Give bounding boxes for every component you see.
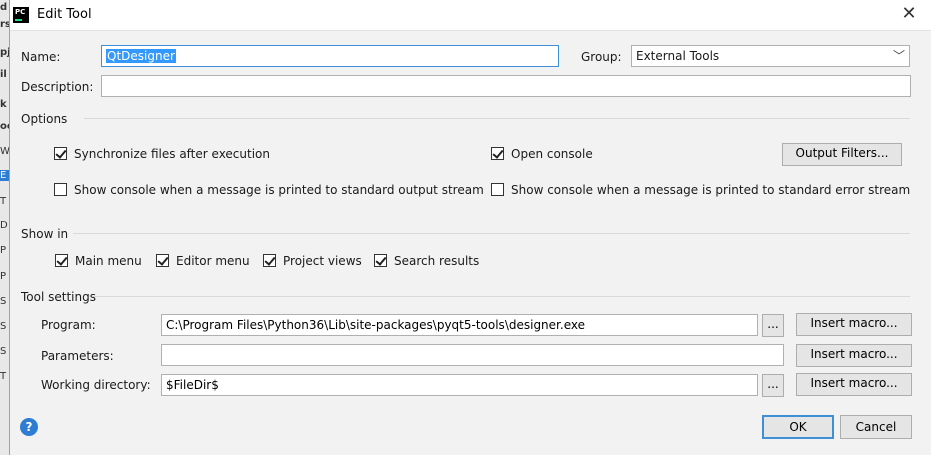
show-in-separator (73, 233, 910, 234)
search-results-label: Search results (394, 254, 480, 268)
window-title: Edit Tool (37, 7, 92, 22)
background-text: k (0, 99, 7, 110)
background-text: S (0, 321, 7, 332)
program-label: Program: (41, 318, 96, 332)
output-filters-button[interactable]: Output Filters... (782, 143, 902, 166)
show-in-header: Show in (21, 227, 69, 241)
group-value: External Tools (636, 49, 720, 63)
title-bar: PC Edit Tool ✕ (10, 0, 931, 31)
background-text: P (0, 271, 7, 282)
edit-tool-dialog: PC Edit Tool ✕ Name: QtDesigner Group: E… (9, 0, 931, 455)
sync-files-checkbox[interactable]: Synchronize files after execution (54, 147, 270, 161)
name-input-value: QtDesigner (106, 49, 176, 63)
name-label: Name: (21, 50, 61, 64)
cancel-button[interactable]: Cancel (840, 415, 912, 439)
background-text: S (0, 346, 7, 357)
sync-files-label: Synchronize files after execution (74, 147, 270, 161)
program-input[interactable]: C:\Program Files\Python36\Lib\site-packa… (161, 314, 758, 336)
background-text: d (0, 2, 8, 13)
chevron-down-icon: ﹀ (892, 49, 905, 63)
main-menu-checkbox[interactable]: Main menu (55, 254, 142, 268)
close-icon[interactable]: ✕ (900, 3, 918, 25)
show-console-stdout-checkbox[interactable]: Show console when a message is printed t… (54, 183, 484, 197)
tool-settings-header: Tool settings (21, 290, 96, 304)
pycharm-icon: PC (13, 7, 29, 23)
parameters-input[interactable] (161, 344, 784, 366)
editor-menu-label: Editor menu (176, 254, 250, 268)
project-views-checkbox[interactable]: Project views (263, 254, 362, 268)
checkbox-unchecked-icon (491, 183, 504, 196)
program-browse-button[interactable]: ... (762, 314, 784, 337)
working-directory-insert-macro-button[interactable]: Insert macro... (796, 373, 912, 396)
options-separator (84, 118, 910, 119)
open-console-label: Open console (511, 147, 593, 161)
background-text: T (0, 196, 7, 207)
options-header: Options (21, 112, 68, 126)
editor-menu-checkbox[interactable]: Editor menu (156, 254, 250, 268)
show-console-stderr-label: Show console when a message is printed t… (511, 183, 911, 197)
help-icon[interactable]: ? (20, 418, 38, 436)
checkbox-checked-icon (491, 147, 504, 160)
checkbox-checked-icon (156, 254, 169, 267)
name-input[interactable]: QtDesigner (101, 45, 559, 67)
background-text: D (0, 220, 8, 231)
parameters-label: Parameters: (41, 349, 114, 363)
checkbox-checked-icon (263, 254, 276, 267)
background-text: T (0, 371, 7, 382)
open-console-checkbox[interactable]: Open console (491, 147, 593, 161)
description-label: Description: (21, 80, 94, 94)
search-results-checkbox[interactable]: Search results (374, 254, 479, 268)
background-text: il (0, 69, 7, 80)
checkbox-checked-icon (54, 147, 67, 160)
show-console-stdout-label: Show console when a message is printed t… (74, 183, 484, 197)
program-insert-macro-button[interactable]: Insert macro... (796, 313, 912, 336)
checkbox-checked-icon (55, 254, 68, 267)
tool-settings-separator (93, 296, 910, 297)
checkbox-unchecked-icon (54, 183, 67, 196)
working-directory-browse-button[interactable]: ... (762, 374, 784, 397)
project-views-label: Project views (283, 254, 362, 268)
group-combobox[interactable]: External Tools ﹀ (631, 45, 910, 67)
working-directory-label: Working directory: (41, 378, 151, 392)
background-text: P (0, 245, 7, 256)
group-label: Group: (581, 50, 622, 64)
working-directory-input[interactable]: $FileDir$ (161, 374, 758, 396)
ok-button[interactable]: OK (762, 415, 834, 439)
description-input[interactable] (101, 75, 911, 97)
main-menu-label: Main menu (75, 254, 142, 268)
parameters-insert-macro-button[interactable]: Insert macro... (796, 344, 912, 367)
background-text: S (0, 296, 7, 307)
show-console-stderr-checkbox[interactable]: Show console when a message is printed t… (491, 183, 910, 197)
checkbox-checked-icon (374, 254, 387, 267)
